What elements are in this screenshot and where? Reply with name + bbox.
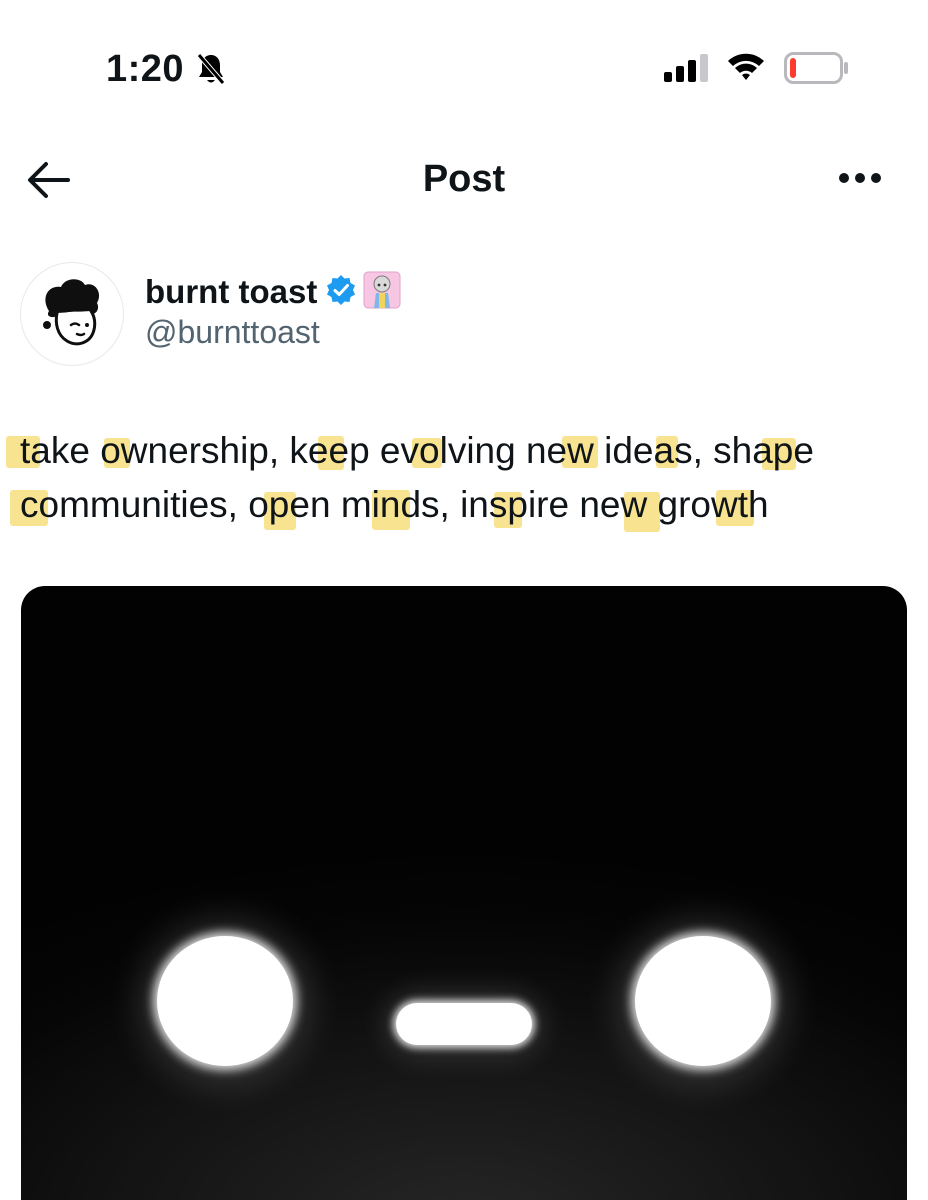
author-name-row: burnt toast: [145, 270, 401, 314]
author-name[interactable]: burnt toast: [145, 273, 317, 311]
post-header: Post: [0, 140, 928, 220]
right-eye: [635, 936, 771, 1066]
verified-check-icon[interactable]: [325, 274, 357, 311]
mouth: [396, 1003, 532, 1045]
post-media-image[interactable]: [21, 586, 907, 1200]
author-handle[interactable]: @burnttoast: [145, 314, 320, 351]
post-page: 1:20 Post burnt toast @burnttoast take o…: [0, 0, 928, 1200]
post-text: take ownership, keep evolving new ideas,…: [6, 424, 910, 532]
cellular-signal-icon: [664, 54, 712, 87]
cartoon-face-avatar-icon: [43, 279, 100, 346]
post-text-line-2: communities, open minds, inspire new gro…: [20, 484, 769, 525]
more-horizontal-icon[interactable]: [834, 170, 886, 191]
status-bar: 1:20: [0, 0, 928, 130]
left-eye: [157, 936, 293, 1066]
avatar[interactable]: [20, 262, 124, 366]
status-time: 1:20: [106, 48, 185, 90]
page-title: Post: [422, 158, 506, 200]
affiliate-badge-icon[interactable]: [363, 271, 401, 314]
post-text-line: communities, open minds, inspire new gro…: [10, 478, 910, 532]
battery-low-icon: [784, 52, 850, 89]
post-text-line-1: take ownership, keep evolving new ideas,…: [20, 430, 814, 471]
bell-slash-icon: [196, 52, 226, 91]
glowing-robot-face-image: [21, 586, 907, 1200]
wifi-icon: [726, 50, 766, 87]
post-text-line: take ownership, keep evolving new ideas,…: [6, 424, 910, 478]
